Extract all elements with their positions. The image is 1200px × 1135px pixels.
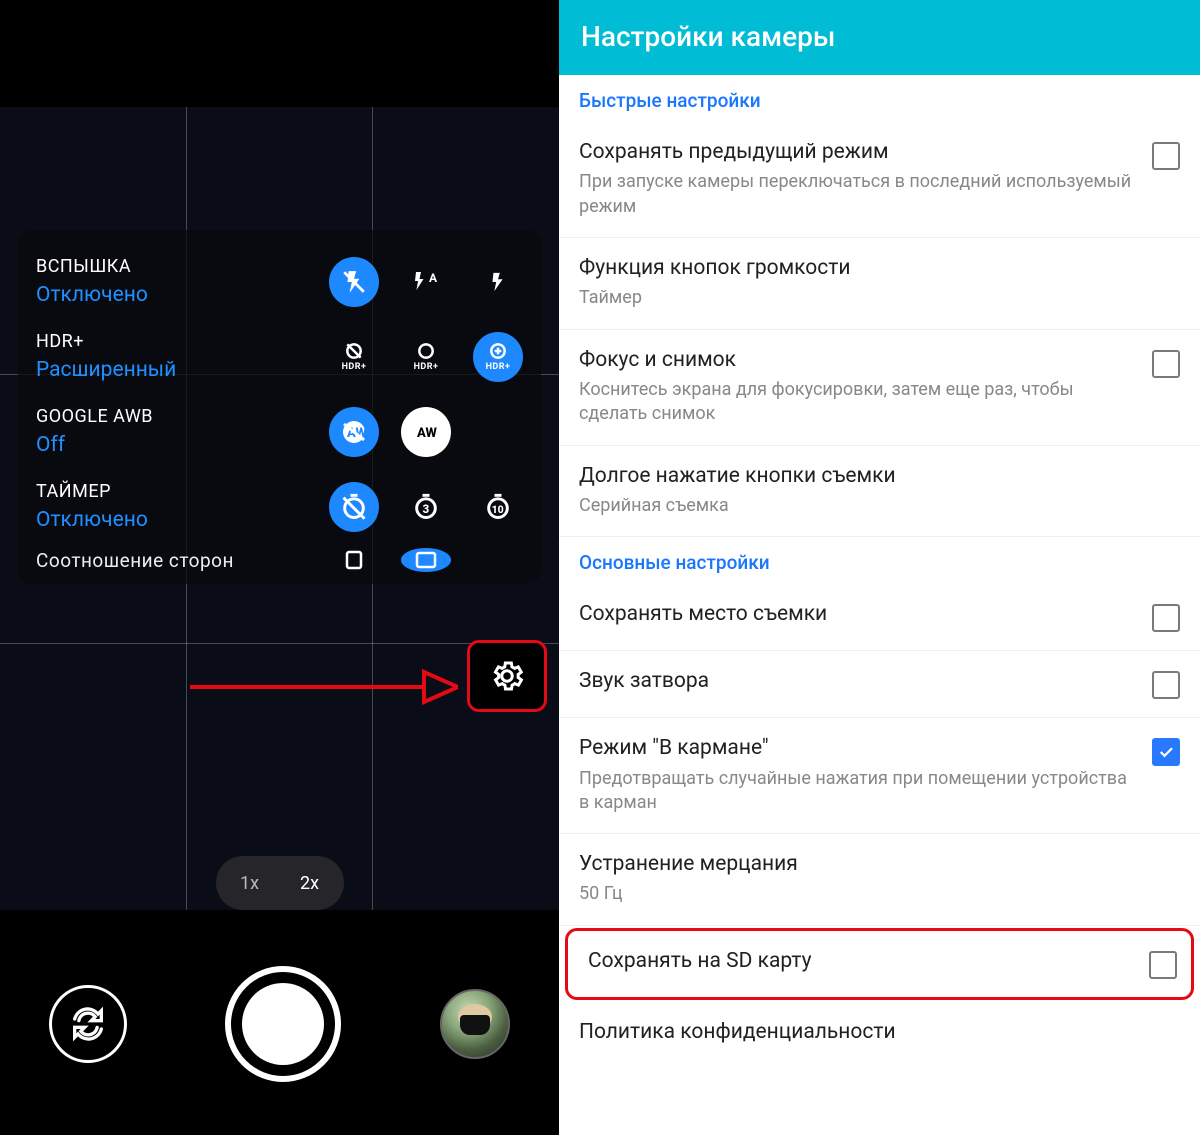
setting-shutter-sound[interactable]: Звук затвора <box>559 651 1200 718</box>
flash-off-icon[interactable] <box>329 257 379 307</box>
zoom-switch: 1x 2x <box>216 856 344 910</box>
gear-icon <box>489 658 525 694</box>
svg-text:AW: AW <box>417 426 438 441</box>
setting-sub: Таймер <box>579 286 1180 310</box>
checkbox[interactable] <box>1152 671 1180 699</box>
quick-row-awb: GOOGLE AWB Off AW AW <box>18 398 541 473</box>
flash-label: ВСПЫШКА <box>36 256 148 277</box>
setting-sub: 50 Гц <box>579 882 1180 906</box>
hdr-off-icon[interactable]: HDR+ <box>329 332 379 382</box>
timer-3s-icon[interactable]: 3 <box>401 482 451 532</box>
setting-save-location[interactable]: Сохранять место съемки <box>559 584 1200 651</box>
setting-title: Политика конфиденциальности <box>579 1018 1180 1046</box>
zoom-1x[interactable]: 1x <box>220 860 280 906</box>
annotation-arrow-icon <box>186 662 458 712</box>
settings-button[interactable] <box>467 640 547 712</box>
quick-row-aspect: Соотношение сторон <box>18 548 541 576</box>
setting-title: Функция кнопок громкости <box>579 254 1180 282</box>
switch-camera-button[interactable] <box>49 985 127 1063</box>
setting-sub: Серийная съемка <box>579 494 1180 518</box>
section-main-label: Основные настройки <box>559 537 1200 584</box>
timer-10s-icon[interactable]: 10 <box>473 482 523 532</box>
aspect-label: Соотношение сторон <box>36 549 234 572</box>
setting-title: Сохранять предыдущий режим <box>579 138 1136 166</box>
quick-row-flash: ВСПЫШКА Отключено A <box>18 248 541 323</box>
setting-title: Сохранять место съемки <box>579 600 1136 628</box>
setting-privacy-policy[interactable]: Политика конфиденциальности <box>559 1002 1200 1064</box>
flash-value: Отключено <box>36 283 148 307</box>
setting-long-press[interactable]: Долгое нажатие кнопки съемки Серийная съ… <box>559 446 1200 538</box>
checkbox[interactable] <box>1152 738 1180 766</box>
setting-save-to-sd[interactable]: Сохранять на SD карту <box>565 928 1194 1000</box>
awb-off-icon[interactable]: AW <box>329 407 379 457</box>
setting-volume-keys[interactable]: Функция кнопок громкости Таймер <box>559 238 1200 330</box>
flash-on-icon[interactable] <box>473 257 523 307</box>
camera-bottom-bar <box>0 913 559 1135</box>
zoom-2x[interactable]: 2x <box>280 860 340 906</box>
checkbox[interactable] <box>1152 142 1180 170</box>
checkbox[interactable] <box>1152 604 1180 632</box>
awb-label: GOOGLE AWB <box>36 406 153 427</box>
setting-title: Фокус и снимок <box>579 346 1136 374</box>
checkbox[interactable] <box>1149 951 1177 979</box>
setting-pocket-mode[interactable]: Режим "В кармане" Предотвращать случайны… <box>559 718 1200 834</box>
aspect-opt-2-icon[interactable] <box>401 548 451 572</box>
checkbox[interactable] <box>1152 350 1180 378</box>
svg-text:10: 10 <box>492 502 504 515</box>
hdr-value: Расширенный <box>36 358 176 382</box>
setting-anti-flicker[interactable]: Устранение мерцания 50 Гц <box>559 834 1200 926</box>
switch-camera-icon <box>68 1004 108 1044</box>
quick-row-timer: ТАЙМЕР Отключено 3 10 <box>18 473 541 548</box>
section-quick-label: Быстрые настройки <box>559 75 1200 122</box>
setting-title: Сохранять на SD карту <box>588 947 1133 975</box>
timer-label: ТАЙМЕР <box>36 481 148 502</box>
timer-value: Отключено <box>36 508 148 532</box>
hdr-on-icon[interactable]: HDR+ <box>401 332 451 382</box>
setting-sub: При запуске камеры переключаться в после… <box>579 170 1136 219</box>
setting-title: Долгое нажатие кнопки съемки <box>579 462 1180 490</box>
setting-sub: Предотвращать случайные нажатия при поме… <box>579 767 1136 816</box>
awb-value: Off <box>36 433 153 457</box>
shutter-button[interactable] <box>225 966 341 1082</box>
gallery-thumbnail[interactable] <box>440 989 510 1059</box>
setting-title: Звук затвора <box>579 667 1136 695</box>
aspect-opt-1-icon[interactable] <box>329 548 379 572</box>
setting-title: Устранение мерцания <box>579 850 1180 878</box>
setting-prev-mode[interactable]: Сохранять предыдущий режим При запуске к… <box>559 122 1200 238</box>
svg-text:3: 3 <box>423 501 430 515</box>
quick-settings-panel: ВСПЫШКА Отключено A <box>18 230 541 584</box>
appbar-title: Настройки камеры <box>559 0 1200 75</box>
awb-on-icon[interactable]: AW <box>401 407 451 457</box>
flash-auto-icon[interactable]: A <box>401 257 451 307</box>
camera-app: ВСПЫШКА Отключено A <box>0 0 559 1135</box>
hdr-label: HDR+ <box>36 331 176 352</box>
setting-focus-shot[interactable]: Фокус и снимок Коснитесь экрана для фоку… <box>559 330 1200 446</box>
setting-title: Режим "В кармане" <box>579 734 1136 762</box>
setting-sub: Коснитесь экрана для фокусировки, затем … <box>579 378 1136 427</box>
svg-text:A: A <box>429 271 438 285</box>
hdr-enhanced-icon[interactable]: HDR+ <box>473 332 523 382</box>
camera-settings-screen: Настройки камеры Быстрые настройки Сохра… <box>559 0 1200 1135</box>
timer-off-icon[interactable] <box>329 482 379 532</box>
quick-row-hdr: HDR+ Расширенный HDR+ HDR+ HDR+ <box>18 323 541 398</box>
